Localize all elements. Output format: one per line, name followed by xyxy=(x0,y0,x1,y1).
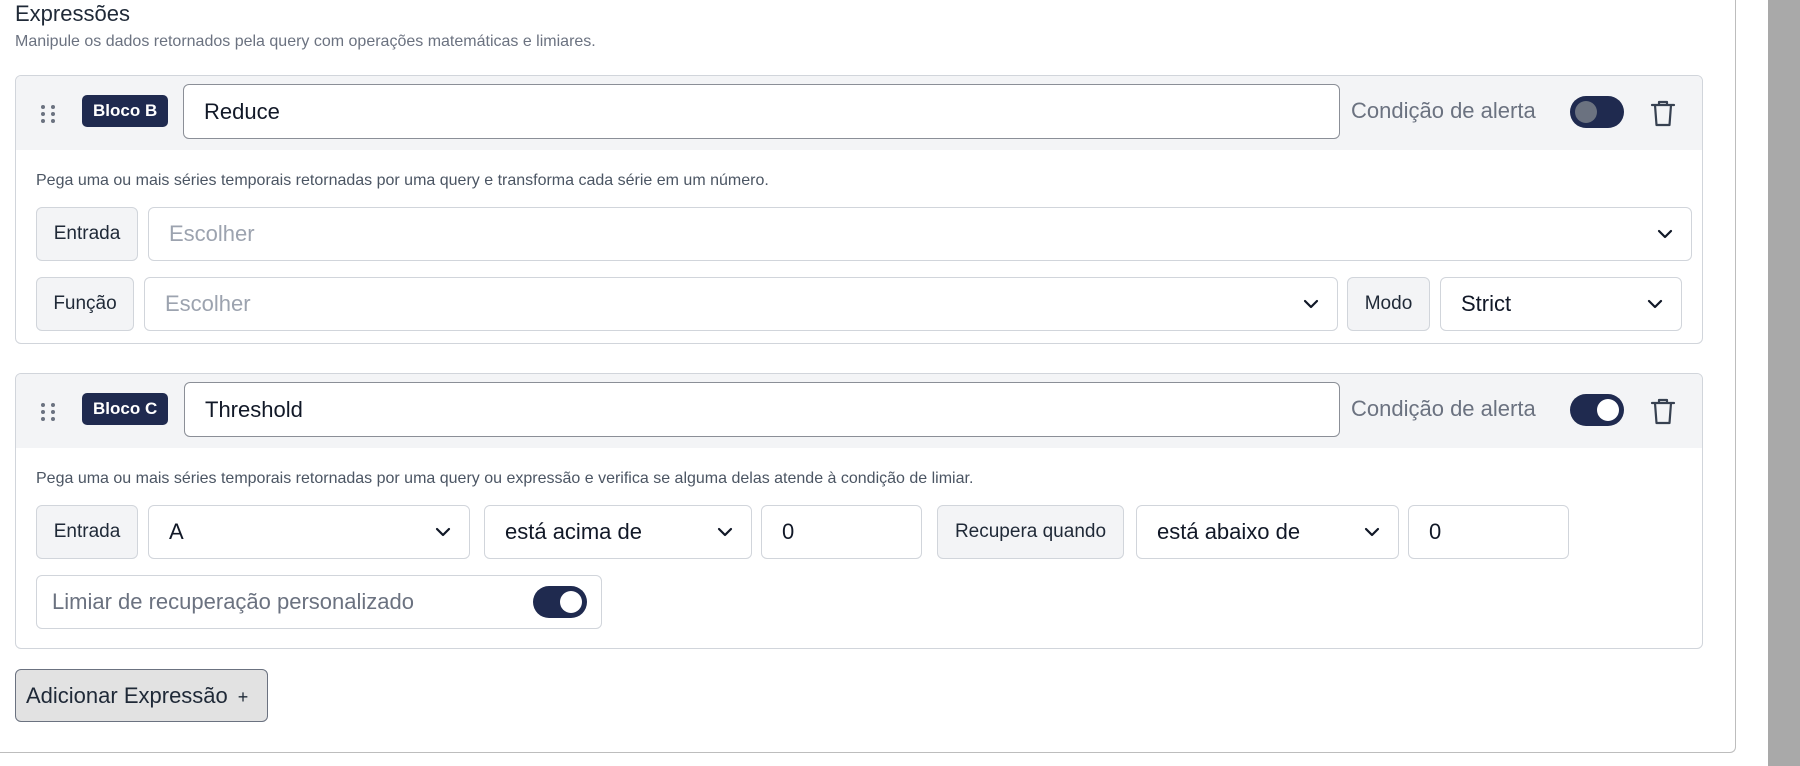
input-select-value: A xyxy=(169,519,184,544)
chevron-down-icon xyxy=(717,527,733,537)
mode-label: Modo xyxy=(1347,277,1430,331)
function-label: Função xyxy=(36,277,134,331)
toggle-knob xyxy=(560,591,582,613)
block-header: Bloco C Threshold Condição de alerta xyxy=(16,374,1702,448)
chevron-down-icon xyxy=(1303,299,1319,309)
toggle-knob xyxy=(1597,399,1619,421)
threshold-input[interactable]: 0 xyxy=(761,505,922,559)
alert-condition-toggle[interactable] xyxy=(1570,394,1624,426)
expressions-panel: Expressões Manipule os dados retornados … xyxy=(0,0,1736,753)
input-select[interactable]: A xyxy=(148,505,470,559)
block-name-input[interactable]: Threshold xyxy=(184,382,1340,437)
alert-condition-label: Condição de alerta xyxy=(1351,396,1536,421)
block-badge: Bloco C xyxy=(82,393,169,425)
block-name-input[interactable]: Reduce xyxy=(183,84,1340,139)
add-expression-button[interactable]: Adicionar Expressão + xyxy=(15,669,268,722)
function-select[interactable]: Escolher xyxy=(144,277,1338,331)
expression-block-b: Bloco B Reduce Condição de alerta Pega u… xyxy=(15,75,1703,344)
expression-block-c: Bloco C Threshold Condição de alerta Peg… xyxy=(15,373,1703,649)
input-select-value: Escolher xyxy=(169,221,255,246)
toggle-knob xyxy=(1575,101,1597,123)
custom-recovery-field[interactable]: Limiar de recuperação personalizado xyxy=(36,575,602,629)
page-bottom xyxy=(0,754,1768,766)
chevron-down-icon xyxy=(435,527,451,537)
condition-select-value: está acima de xyxy=(505,519,642,544)
recover-threshold-input[interactable]: 0 xyxy=(1408,505,1569,559)
block-description: Pega uma ou mais séries temporais retorn… xyxy=(36,470,974,487)
section-title: Expressões xyxy=(15,1,130,26)
trash-icon[interactable] xyxy=(1650,99,1676,127)
recover-label: Recupera quando xyxy=(937,505,1124,559)
section-subtitle: Manipule os dados retornados pela query … xyxy=(15,33,596,50)
drag-handle-icon[interactable] xyxy=(38,104,58,124)
input-select[interactable]: Escolher xyxy=(148,207,1692,261)
custom-recovery-toggle[interactable] xyxy=(533,586,587,618)
mode-select[interactable]: Strict xyxy=(1440,277,1682,331)
alert-condition-label: Condição de alerta xyxy=(1351,98,1536,123)
block-description: Pega uma ou mais séries temporais retorn… xyxy=(36,172,769,189)
plus-icon: + xyxy=(237,687,249,707)
trash-icon[interactable] xyxy=(1650,397,1676,425)
chevron-down-icon xyxy=(1657,229,1673,239)
chevron-down-icon xyxy=(1647,299,1663,309)
block-badge: Bloco B xyxy=(82,95,169,127)
mode-select-value: Strict xyxy=(1461,291,1512,316)
recover-condition-select[interactable]: está abaixo de xyxy=(1136,505,1399,559)
condition-select[interactable]: está acima de xyxy=(484,505,752,559)
custom-recovery-label: Limiar de recuperação personalizado xyxy=(52,589,414,614)
alert-condition-toggle[interactable] xyxy=(1570,96,1624,128)
scrollbar[interactable] xyxy=(1768,0,1800,766)
add-expression-label: Adicionar Expressão xyxy=(26,683,228,708)
chevron-down-icon xyxy=(1364,527,1380,537)
block-header: Bloco B Reduce Condição de alerta xyxy=(16,76,1702,150)
input-label: Entrada xyxy=(36,505,138,559)
input-label: Entrada xyxy=(36,207,138,261)
drag-handle-icon[interactable] xyxy=(38,402,58,422)
function-select-value: Escolher xyxy=(165,291,251,316)
recover-condition-select-value: está abaixo de xyxy=(1157,519,1301,544)
